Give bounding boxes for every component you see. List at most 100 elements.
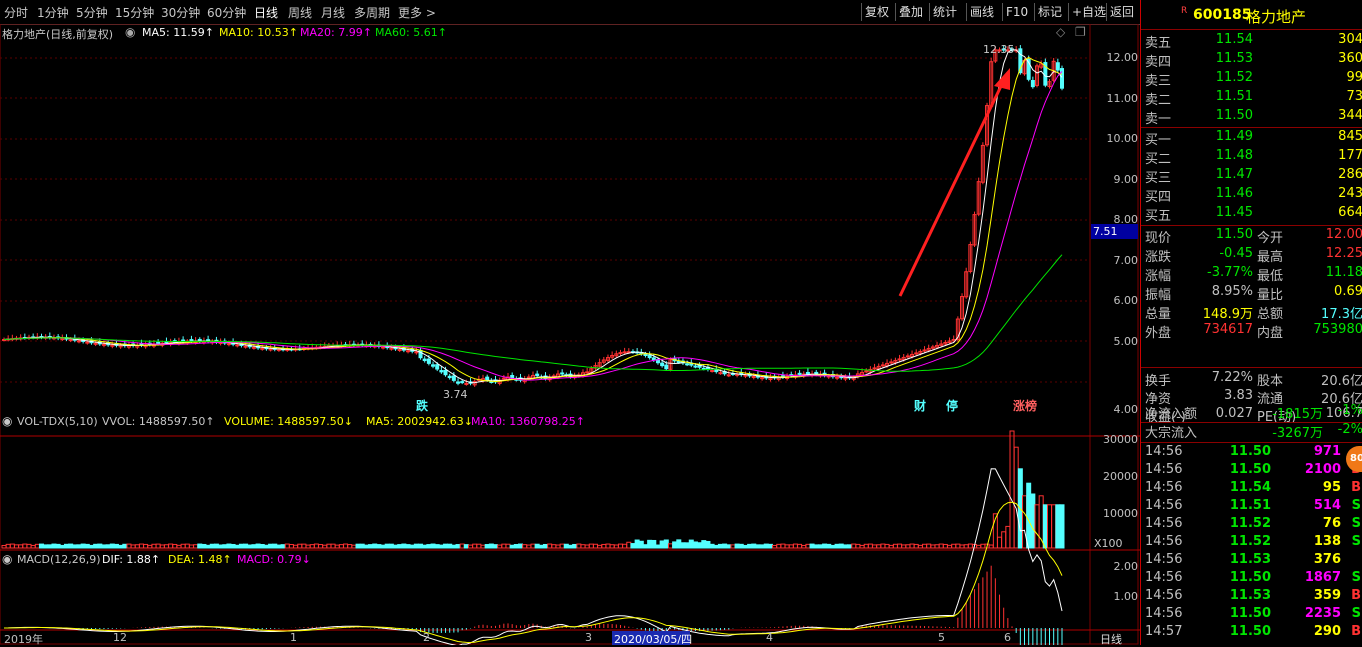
bid-volume: 845 — [1338, 129, 1362, 144]
volume-bar — [701, 540, 707, 549]
tab-weekly[interactable]: 周线 — [288, 4, 312, 21]
volume-bar — [451, 544, 457, 549]
candle-body — [797, 372, 802, 375]
tick-price: 11.54 — [1229, 480, 1271, 495]
ask-row[interactable]: 卖五 11.54 304 — [1141, 32, 1362, 51]
volume-bar — [234, 544, 240, 549]
price-tick: 12.00 — [1106, 51, 1139, 64]
legend-ma10: MA10: 10.53↑ — [219, 26, 298, 39]
volume-bar — [430, 543, 436, 549]
tick-row[interactable]: 14:56 11.52 76 S — [1141, 516, 1362, 534]
draw-button[interactable]: 画线 — [966, 3, 997, 21]
add-watchlist-button[interactable]: +自选 — [1068, 3, 1109, 21]
tick-row[interactable]: 14:56 11.50 1867 S — [1141, 570, 1362, 588]
quote-value: -3.77% — [1207, 265, 1253, 280]
volume-bar — [434, 544, 440, 549]
bid-row[interactable]: 买四 11.46 243 — [1141, 186, 1362, 205]
ask-price: 11.53 — [1215, 51, 1253, 66]
volume-bar — [268, 543, 274, 549]
volume-bar — [597, 544, 603, 549]
ask-row[interactable]: 卖二 11.51 73 — [1141, 89, 1362, 108]
tab-multi-period[interactable]: 多周期 — [354, 4, 390, 21]
event-die-marker[interactable]: 跌 — [416, 397, 428, 414]
volume-bar — [967, 543, 973, 549]
tick-row[interactable]: 14:56 11.53 376 — [1141, 552, 1362, 570]
volume-bar — [151, 543, 157, 549]
back-button[interactable]: 返回 — [1106, 3, 1137, 21]
tab-timeshare[interactable]: 分时 — [4, 4, 28, 21]
quote-label: 最低 — [1257, 269, 1284, 284]
stats-button[interactable]: 统计 — [929, 3, 960, 21]
tab-more[interactable]: 更多 > — [398, 4, 436, 21]
volume-bar — [1030, 493, 1036, 549]
volume-bar — [772, 544, 778, 549]
tab-monthly[interactable]: 月线 — [321, 4, 345, 21]
f10-button[interactable]: F10 — [1002, 3, 1031, 21]
vol-settings-icon[interactable]: ◉ — [2, 414, 12, 428]
tab-5min[interactable]: 5分钟 — [76, 4, 108, 21]
ask-price: 11.50 — [1215, 108, 1253, 123]
tick-row[interactable]: 14:56 11.51 514 S — [1141, 498, 1362, 516]
fuquan-button[interactable]: 复权 — [861, 3, 892, 21]
overlay-button[interactable]: 叠加 — [895, 3, 926, 21]
bid-row[interactable]: 买一 11.49 845 — [1141, 129, 1362, 148]
candle-body — [397, 348, 402, 351]
volume-bar — [697, 542, 703, 549]
tab-60min[interactable]: 60分钟 — [207, 4, 246, 21]
kline-chart[interactable] — [0, 24, 1140, 645]
candle-body — [676, 361, 681, 364]
volume-bar — [630, 543, 636, 549]
volume-bar — [93, 543, 99, 549]
diamond-icon[interactable]: ◇ — [1056, 25, 1065, 39]
volume-bar — [947, 544, 953, 549]
macd-settings-icon[interactable]: ◉ — [2, 552, 12, 566]
tick-row[interactable]: 14:56 11.52 138 S — [1141, 534, 1362, 552]
date-tick: 12 — [113, 631, 127, 644]
window-restore-icon[interactable]: ❐ — [1075, 25, 1086, 39]
ask-row[interactable]: 卖四 11.53 360 — [1141, 51, 1362, 70]
bid-row[interactable]: 买五 11.45 664 — [1141, 205, 1362, 224]
event-ting-marker[interactable]: 停 — [946, 397, 958, 414]
bid-row[interactable]: 买二 11.48 177 — [1141, 148, 1362, 167]
bid-label: 买三 — [1145, 171, 1172, 186]
event-bang-marker[interactable]: 涨榜 — [1013, 397, 1037, 414]
volume-bar — [409, 544, 415, 549]
volume-bar — [1001, 531, 1007, 549]
volume-bar — [318, 544, 324, 549]
tick-row[interactable]: 14:5611.502100B — [1141, 462, 1362, 480]
ask-row[interactable]: 卖三 11.52 99 — [1141, 70, 1362, 89]
volume-bar — [838, 543, 844, 549]
event-cai-marker[interactable]: 财 — [914, 397, 926, 414]
mark-button[interactable]: 标记 — [1034, 3, 1065, 21]
dif-line — [3, 468, 1063, 645]
tick-row[interactable]: 14:57 11.50 290 B — [1141, 624, 1362, 642]
tick-row[interactable]: 14:56 11.50 2235 S — [1141, 606, 1362, 624]
volume-bar — [1042, 504, 1048, 549]
volume-bar — [797, 543, 803, 549]
volume-bar — [622, 543, 628, 549]
candle-body — [560, 372, 565, 375]
volume-bar — [351, 544, 357, 549]
volume-bar — [855, 543, 861, 549]
tab-daily[interactable]: 日线 — [254, 4, 278, 21]
tick-time: 14:56 — [1145, 552, 1183, 567]
tab-15min[interactable]: 15分钟 — [115, 4, 154, 21]
volume-bar — [88, 544, 94, 549]
volume-bar — [651, 539, 657, 549]
tick-price: 11.50 — [1229, 462, 1271, 477]
tab-30min[interactable]: 30分钟 — [161, 4, 200, 21]
candle-body — [526, 376, 531, 379]
ask-row[interactable]: 卖一 11.50 344 — [1141, 108, 1362, 127]
bid-row[interactable]: 买三 11.47 286 — [1141, 167, 1362, 186]
tick-row[interactable]: 14:56 11.50 971 — [1141, 444, 1362, 462]
volume-bar — [397, 544, 403, 549]
tab-1min[interactable]: 1分钟 — [37, 4, 69, 21]
volume-bar — [922, 543, 928, 549]
tick-row[interactable]: 14:56 11.54 95 B — [1141, 480, 1362, 498]
date-tick: 5 — [938, 631, 945, 644]
candle-body — [189, 339, 194, 342]
legend-settings-icon[interactable]: ◉ — [125, 25, 135, 39]
tick-volume: 1867 — [1304, 570, 1341, 585]
tick-row[interactable]: 14:56 11.53 359 B — [1141, 588, 1362, 606]
volume-bar — [338, 544, 344, 549]
